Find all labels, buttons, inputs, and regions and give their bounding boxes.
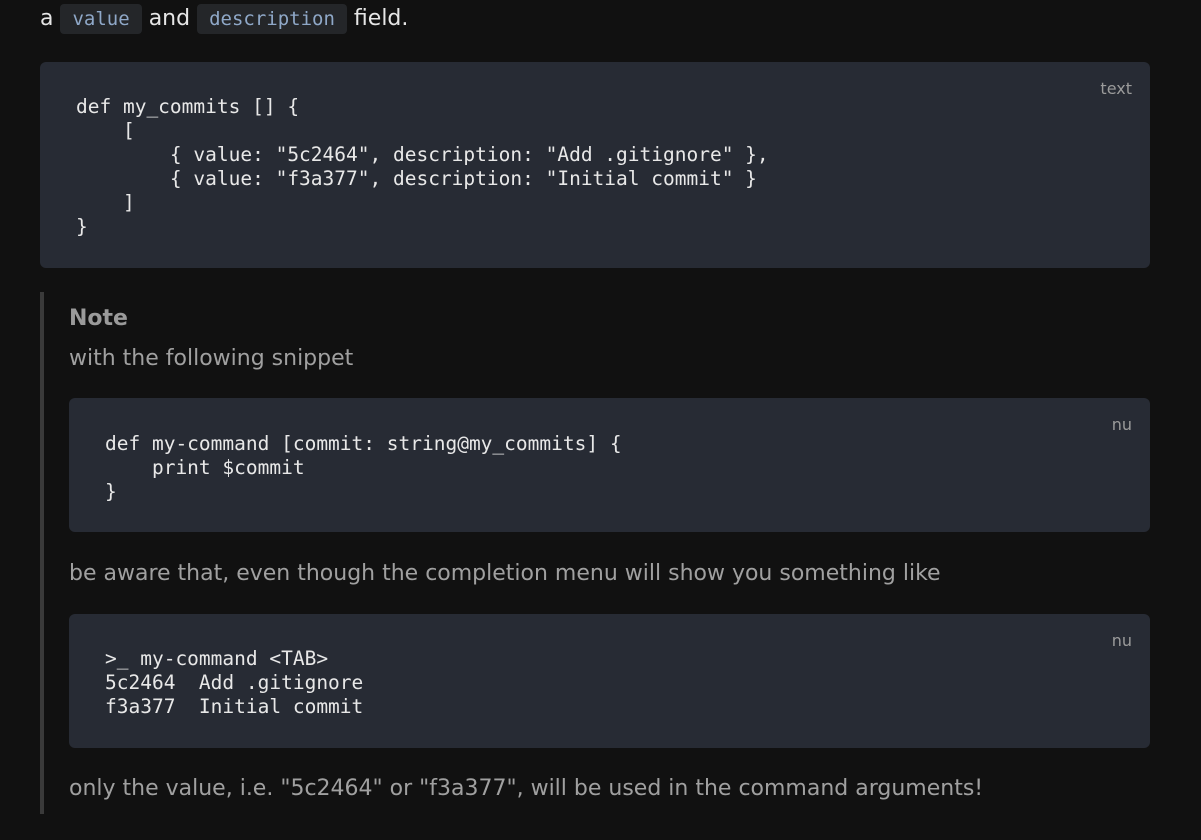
intro-middle: and <box>148 6 191 31</box>
note-paragraph-3: only the value, i.e. "5c2464" or "f3a377… <box>69 776 984 801</box>
code-content[interactable]: def my_commits [] { [ { value: "5c2464",… <box>76 95 769 239</box>
code-block-completion-menu[interactable]: nu >_ my-command <TAB> 5c2464 Add .gitig… <box>69 614 1150 748</box>
code-block-my-commits[interactable]: text def my_commits [] { [ { value: "5c2… <box>40 62 1150 268</box>
note-paragraph-1: with the following snippet <box>69 346 354 371</box>
inline-code-description: description <box>197 4 347 34</box>
code-content[interactable]: >_ my-command <TAB> 5c2464 Add .gitignor… <box>105 647 363 719</box>
code-language-label: nu <box>1111 631 1132 650</box>
code-block-my-command[interactable]: nu def my-command [commit: string@my_com… <box>69 398 1150 532</box>
code-language-label: text <box>1100 79 1132 98</box>
code-language-label: nu <box>1111 415 1132 434</box>
intro-suffix: field. <box>353 6 409 31</box>
intro-prefix: a <box>40 6 54 31</box>
note-paragraph-2: be aware that, even though the completio… <box>69 561 941 586</box>
intro-paragraph: a value and description field. <box>40 3 408 35</box>
code-content[interactable]: def my-command [commit: string@my_commit… <box>105 432 622 504</box>
note-title: Note <box>69 306 128 331</box>
note-callout: Note with the following snippet nu def m… <box>40 292 1154 814</box>
inline-code-value: value <box>60 4 142 34</box>
